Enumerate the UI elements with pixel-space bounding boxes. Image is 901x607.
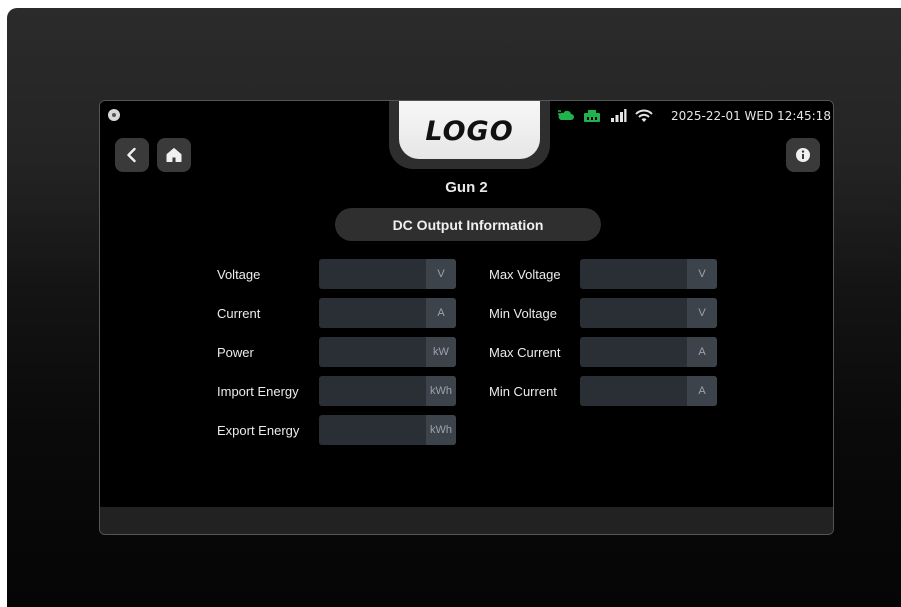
logo-tab: LOGO: [389, 101, 550, 169]
signal-strength-icon: [609, 108, 627, 124]
home-button[interactable]: [157, 138, 191, 172]
unit-label: kWh: [426, 376, 456, 406]
cloud-connected-icon: [557, 108, 575, 124]
field-label: Import Energy: [217, 383, 299, 399]
field-label: Max Current: [489, 344, 561, 360]
power-field: kW: [319, 337, 456, 367]
logo: LOGO: [399, 101, 540, 159]
field-row-min-voltage: Min Voltage: [489, 298, 557, 328]
field-row-import-energy: Import Energy: [217, 376, 299, 406]
unit-label: kW: [426, 337, 456, 367]
export-energy-field: kWh: [319, 415, 456, 445]
back-button[interactable]: [115, 138, 149, 172]
page-title: Gun 2: [445, 179, 488, 196]
home-icon: [166, 148, 182, 162]
unit-label: V: [426, 259, 456, 289]
voltage-field: V: [319, 259, 456, 289]
unit-label: V: [687, 298, 717, 328]
section-header: DC Output Information: [335, 208, 601, 241]
field-label: Current: [217, 305, 261, 321]
field-label: Power: [217, 344, 254, 360]
camera-icon: [108, 109, 120, 121]
unit-label: A: [687, 376, 717, 406]
network-connected-icon: [583, 108, 601, 124]
field-row-max-voltage: Max Voltage: [489, 259, 561, 289]
import-energy-field: kWh: [319, 376, 456, 406]
field-label: Export Energy: [217, 422, 300, 438]
field-row-min-current: Min Current: [489, 376, 557, 406]
min-voltage-field: V: [580, 298, 717, 328]
section-title: DC Output Information: [392, 216, 544, 233]
device-frame: 2025-22-01 WED 12:45:18 LOGO Gun 2 DC Ou…: [7, 8, 901, 607]
logo-text: LOGO: [425, 115, 514, 147]
unit-label: V: [687, 259, 717, 289]
unit-label: kWh: [426, 415, 456, 445]
min-current-field: A: [580, 376, 717, 406]
max-current-field: A: [580, 337, 717, 367]
max-voltage-field: V: [580, 259, 717, 289]
status-icons: [557, 107, 653, 125]
field-row-power: Power: [217, 337, 254, 367]
field-label: Min Current: [489, 383, 557, 399]
bottom-bar: [100, 507, 833, 534]
field-label: Min Voltage: [489, 305, 557, 321]
current-field: A: [319, 298, 456, 328]
field-row-max-current: Max Current: [489, 337, 561, 367]
info-icon: [796, 148, 810, 162]
datetime: 2025-22-01 WED 12:45:18: [671, 109, 831, 123]
unit-label: A: [426, 298, 456, 328]
unit-label: A: [687, 337, 717, 367]
back-arrow-icon: [127, 147, 136, 163]
field-label: Max Voltage: [489, 266, 561, 282]
field-label: Voltage: [217, 266, 261, 282]
info-button[interactable]: [786, 138, 820, 172]
field-row-export-energy: Export Energy: [217, 415, 299, 445]
field-row-voltage: Voltage: [217, 259, 260, 289]
wifi-icon: [635, 108, 653, 124]
field-row-current: Current: [217, 298, 260, 328]
display-screen: 2025-22-01 WED 12:45:18 LOGO Gun 2 DC Ou…: [99, 100, 834, 535]
